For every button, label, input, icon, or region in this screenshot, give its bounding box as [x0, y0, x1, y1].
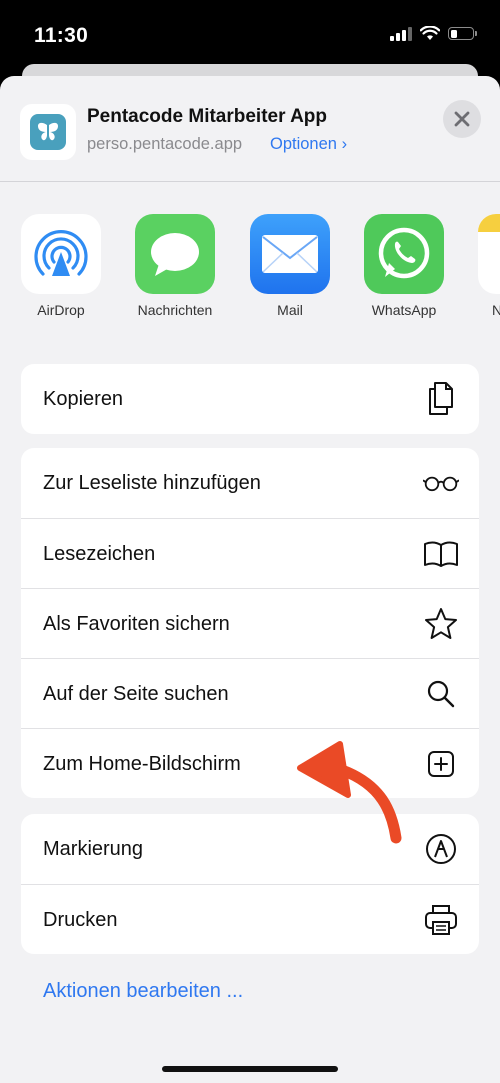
action-group-page: Zur Leseliste hinzufügen Lesezeichen Als… [21, 448, 479, 798]
action-print[interactable]: Drucken [21, 884, 479, 954]
share-target-label: AirDrop [37, 302, 85, 318]
share-sheet: Pentacode Mitarbeiter App perso.pentacod… [0, 76, 500, 1083]
share-target-label: Mail [277, 302, 303, 318]
action-label: Als Favoriten sichern [43, 613, 230, 635]
page-url: perso.pentacode.app [87, 135, 243, 153]
whatsapp-icon [364, 214, 444, 294]
share-target-label: Nachrichten [137, 302, 213, 318]
glasses-icon [423, 465, 459, 501]
mail-icon [250, 214, 330, 294]
action-find-on-page[interactable]: Auf der Seite suchen [21, 658, 479, 728]
wifi-icon [420, 26, 440, 40]
action-label: Auf der Seite suchen [43, 683, 229, 705]
share-target-notes[interactable]: N [468, 214, 500, 318]
action-label: Zur Leseliste hinzufügen [43, 472, 261, 494]
action-label: Kopieren [43, 388, 124, 410]
status-time: 11:30 [34, 24, 89, 47]
printer-icon [423, 902, 459, 938]
share-target-messages[interactable]: Nachrichten [125, 214, 225, 318]
status-bar: 11:30 [0, 0, 500, 70]
cellular-signal-icon [390, 26, 412, 41]
share-target-mail[interactable]: Mail [240, 214, 340, 318]
share-target-label: WhatsApp [371, 302, 437, 318]
copy-icon [423, 381, 459, 417]
search-icon [423, 676, 459, 712]
messages-icon [135, 214, 215, 294]
share-targets-row: AirDrop Nachrichten Mail WhatsApp N [0, 214, 500, 344]
action-reading-list[interactable]: Zur Leseliste hinzufügen [21, 448, 479, 518]
action-group-copy: Kopieren [21, 364, 479, 434]
share-target-whatsapp[interactable]: WhatsApp [354, 214, 454, 318]
close-icon [454, 111, 470, 127]
star-icon [423, 606, 459, 642]
action-favorite[interactable]: Als Favoriten sichern [21, 588, 479, 658]
action-markup[interactable]: Markierung [21, 814, 479, 884]
app-icon [20, 104, 76, 160]
butterfly-logo-icon [38, 122, 58, 141]
status-icons [390, 26, 477, 41]
options-link[interactable]: Optionen › [270, 135, 347, 154]
airdrop-icon [21, 214, 101, 294]
battery-icon [448, 27, 477, 40]
share-header: Pentacode Mitarbeiter App perso.pentacod… [0, 76, 500, 182]
home-indicator[interactable] [162, 1066, 338, 1072]
app-title: Pentacode Mitarbeiter App [87, 106, 328, 127]
add-square-icon [423, 746, 459, 782]
close-button[interactable] [443, 100, 481, 138]
action-label: Zum Home-Bildschirm [43, 753, 241, 775]
action-group-tools: Markierung Drucken [21, 814, 479, 954]
markup-icon [423, 831, 459, 867]
options-label: Optionen [270, 135, 337, 153]
notes-icon [478, 214, 500, 294]
chevron-right-icon: › [341, 135, 348, 153]
edit-actions-link[interactable]: Aktionen bearbeiten ... [43, 980, 243, 1003]
share-target-label: N [492, 302, 500, 318]
action-add-to-home-screen[interactable]: Zum Home-Bildschirm [21, 728, 479, 798]
share-target-airdrop[interactable]: AirDrop [11, 214, 111, 318]
book-icon [423, 536, 459, 572]
action-label: Drucken [43, 909, 118, 931]
action-copy[interactable]: Kopieren [21, 364, 479, 434]
action-label: Lesezeichen [43, 543, 156, 565]
action-bookmark[interactable]: Lesezeichen [21, 518, 479, 588]
action-label: Markierung [43, 838, 144, 860]
